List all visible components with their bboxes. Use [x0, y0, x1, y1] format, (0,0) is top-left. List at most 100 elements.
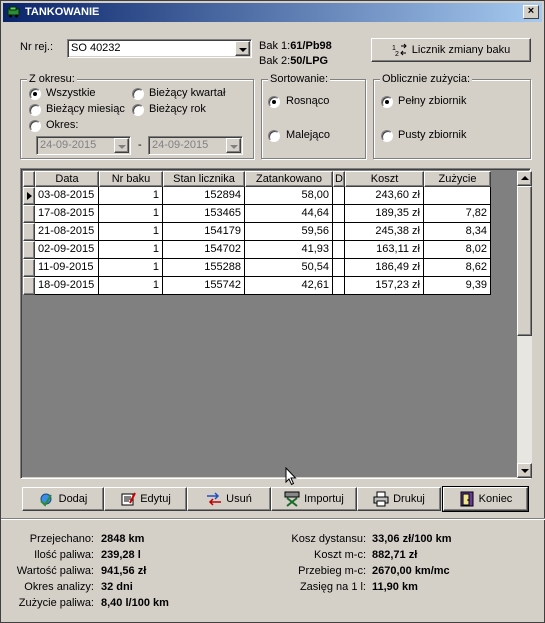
cell-cost[interactable]: 189,35 zł — [345, 205, 424, 223]
add-record-icon — [39, 493, 52, 507]
column-header-cost[interactable]: Koszt — [345, 171, 424, 187]
cell-refueled[interactable]: 42,61 — [245, 277, 333, 295]
cell-date[interactable]: 18-09-2015 — [35, 277, 99, 295]
scroll-down-icon[interactable] — [517, 463, 532, 478]
cell-d[interactable] — [333, 277, 345, 295]
row-indicator[interactable] — [23, 223, 35, 241]
summary-label: Wartość paliwa: — [16, 565, 94, 577]
cell-date[interactable]: 21-08-2015 — [35, 223, 99, 241]
delete-icon — [207, 492, 222, 506]
column-header-consumption[interactable]: Zużycie — [424, 171, 491, 187]
print-button[interactable]: Drukuj — [357, 487, 441, 511]
title-bar[interactable]: TANKOWANIE × — [3, 3, 542, 22]
cell-tank[interactable]: 1 — [99, 277, 163, 295]
refuel-table[interactable]: Data Nr baku Stan licznika Zatankowano D… — [20, 168, 532, 479]
close-window-button[interactable]: × — [523, 5, 539, 19]
cell-consumption[interactable]: 8,02 — [424, 241, 491, 259]
meter-change-button[interactable]: 1 2 Licznik zmiany baku — [371, 38, 531, 62]
cell-tank[interactable]: 1 — [99, 241, 163, 259]
row-indicator[interactable] — [23, 187, 35, 205]
add-button[interactable]: Dodaj — [22, 487, 104, 511]
import-button[interactable]: Importuj — [271, 487, 357, 511]
cell-refueled[interactable]: 58,00 — [245, 187, 333, 205]
radio-period-year[interactable] — [132, 104, 144, 116]
cell-tank[interactable]: 1 — [99, 259, 163, 277]
radio-sort-desc[interactable] — [268, 130, 280, 142]
cell-cost[interactable]: 243,60 zł — [345, 187, 424, 205]
column-header-tank[interactable]: Nr baku — [99, 171, 163, 187]
row-indicator[interactable] — [23, 205, 35, 223]
cell-date[interactable]: 02-09-2015 — [35, 241, 99, 259]
period-title: Z okresu: — [27, 73, 77, 85]
row-indicator[interactable] — [23, 259, 35, 277]
cell-cost[interactable]: 163,11 zł — [345, 241, 424, 259]
cell-d[interactable] — [333, 241, 345, 259]
edit-button[interactable]: Edytuj — [104, 487, 187, 511]
chevron-down-icon[interactable] — [114, 138, 129, 153]
column-header-d[interactable]: D — [333, 171, 345, 187]
cell-odometer[interactable]: 152894 — [163, 187, 245, 205]
column-header-date[interactable]: Data — [35, 171, 99, 187]
cell-cost[interactable]: 157,23 zł — [345, 277, 424, 295]
delete-button[interactable]: Usuń — [187, 487, 271, 511]
cell-consumption[interactable]: 7,82 — [424, 205, 491, 223]
cell-cost[interactable]: 186,49 zł — [345, 259, 424, 277]
cell-refueled[interactable]: 59,56 — [245, 223, 333, 241]
cell-d[interactable] — [333, 223, 345, 241]
scroll-up-icon[interactable] — [517, 171, 532, 186]
import-button-label: Importuj — [304, 493, 344, 506]
radio-consumption-full[interactable] — [381, 96, 393, 108]
chevron-down-icon[interactable] — [235, 41, 250, 56]
delete-button-label: Usuń — [226, 493, 252, 506]
cell-consumption[interactable]: 8,62 — [424, 259, 491, 277]
column-header-odometer[interactable]: Stan licznika — [163, 171, 245, 187]
column-header-refueled[interactable]: Zatankowano — [245, 171, 333, 187]
date-from-value: 24-09-2015 — [40, 139, 97, 151]
summary-label: Przejechano: — [29, 533, 94, 545]
summary-value: 941,56 zł — [101, 565, 147, 577]
vehicle-select[interactable]: SO 40232 — [67, 39, 252, 58]
cell-odometer[interactable]: 153465 — [163, 205, 245, 223]
fuel-icon — [7, 6, 20, 18]
radio-consumption-empty[interactable] — [381, 130, 393, 142]
cell-tank[interactable]: 1 — [99, 187, 163, 205]
cell-cost[interactable]: 245,38 zł — [345, 223, 424, 241]
date-to-picker[interactable]: 24-09-2015 — [148, 136, 243, 155]
svg-text:2: 2 — [395, 51, 399, 57]
scroll-thumb[interactable] — [517, 186, 532, 336]
radio-sort-asc[interactable] — [268, 96, 280, 108]
radio-period-custom[interactable] — [29, 120, 41, 132]
row-indicator[interactable] — [23, 277, 35, 295]
cell-refueled[interactable]: 44,64 — [245, 205, 333, 223]
cell-d[interactable] — [333, 259, 345, 277]
cell-date[interactable]: 11-09-2015 — [35, 259, 99, 277]
radio-period-month[interactable] — [29, 104, 41, 116]
close-button[interactable]: Koniec — [442, 486, 529, 512]
cell-consumption[interactable] — [424, 187, 491, 205]
cell-consumption[interactable]: 8,34 — [424, 223, 491, 241]
cell-d[interactable] — [333, 187, 345, 205]
cell-date[interactable]: 17-08-2015 — [35, 205, 99, 223]
vertical-scrollbar[interactable] — [517, 171, 532, 478]
tank1-info: Bak 1:61/Pb98 — [259, 40, 332, 52]
row-indicator[interactable] — [23, 241, 35, 259]
radio-period-all[interactable] — [29, 88, 41, 100]
cell-tank[interactable]: 1 — [99, 205, 163, 223]
cell-odometer[interactable]: 155742 — [163, 277, 245, 295]
cell-odometer[interactable]: 154702 — [163, 241, 245, 259]
radio-period-quarter[interactable] — [132, 88, 144, 100]
window-title: TANKOWANIE — [25, 6, 100, 18]
chevron-down-icon[interactable] — [226, 138, 241, 153]
cell-refueled[interactable]: 41,93 — [245, 241, 333, 259]
date-separator: - — [138, 139, 142, 151]
vehicle-select-value: SO 40232 — [71, 42, 121, 54]
date-from-picker[interactable]: 24-09-2015 — [36, 136, 131, 155]
exit-door-icon — [460, 491, 474, 507]
cell-consumption[interactable]: 9,39 — [424, 277, 491, 295]
cell-odometer[interactable]: 154179 — [163, 223, 245, 241]
cell-tank[interactable]: 1 — [99, 223, 163, 241]
cell-refueled[interactable]: 50,54 — [245, 259, 333, 277]
cell-d[interactable] — [333, 205, 345, 223]
cell-date[interactable]: 03-08-2015 — [35, 187, 99, 205]
cell-odometer[interactable]: 155288 — [163, 259, 245, 277]
